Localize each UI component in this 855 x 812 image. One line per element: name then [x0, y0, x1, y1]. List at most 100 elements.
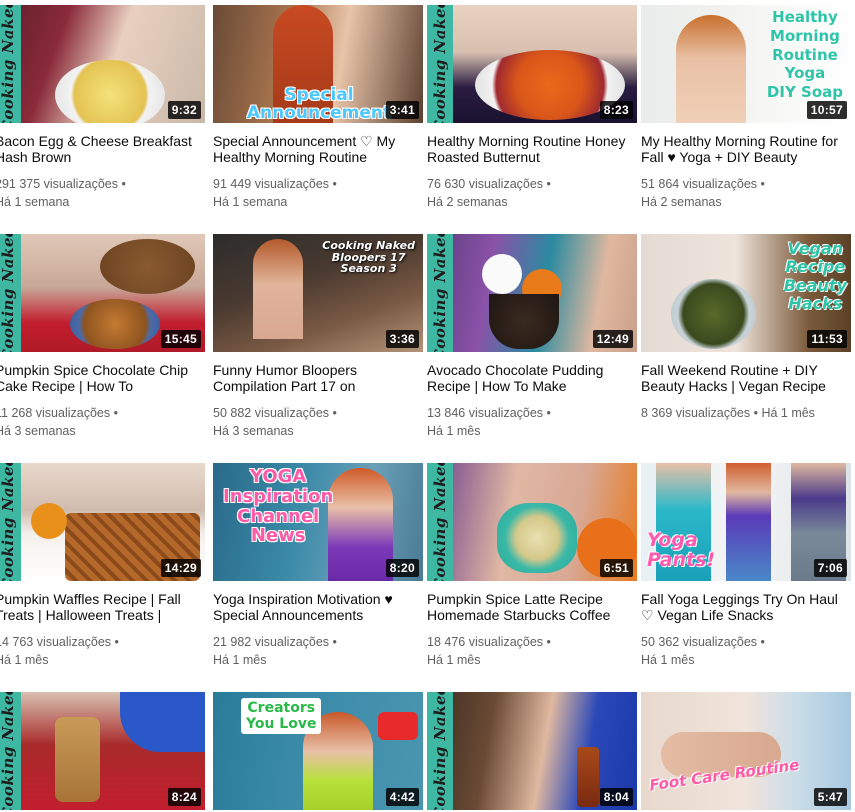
video-thumbnail[interactable]: Creators You Love 4:42 [213, 692, 423, 810]
duration-badge: 7:06 [813, 559, 847, 577]
video-thumbnail[interactable]: Healthy Morning Routine Yoga DIY Soap 10… [641, 5, 851, 123]
thumbnail-overlay-text: Yoga Pants! [647, 529, 716, 571]
video-thumbnail[interactable]: Cooking Naked 9:32 [0, 5, 205, 123]
video-thumbnail[interactable]: Foot Care Routine 5:47 [641, 692, 851, 810]
view-count: 51 864 visualizações • [641, 177, 765, 191]
channel-brand-strip: Cooking Naked [0, 5, 21, 123]
duration-badge: 15:45 [160, 330, 201, 348]
upload-age: Há 1 mês [761, 406, 815, 420]
video-card[interactable]: Cooking Naked 6:51 Pumpkin Spice Latte R… [427, 463, 637, 669]
video-card[interactable]: Cooking Naked 8:23 Healthy Morning Routi… [427, 5, 637, 211]
video-title[interactable]: My Healthy Morning Routine for Fall ♥ Yo… [641, 133, 851, 167]
video-card[interactable]: Cooking Naked 8:24 [0, 692, 205, 810]
video-thumbnail[interactable]: YOGA Inspiration Channel News 8:20 [213, 463, 423, 581]
video-card[interactable]: Cooking Naked 9:32 Bacon Egg & Cheese Br… [0, 5, 205, 211]
upload-age: Há 3 semanas [213, 424, 294, 438]
video-title[interactable]: Yoga Inspiration Motivation ♥ Special An… [213, 591, 423, 625]
video-meta: 50 362 visualizações • Há 1 mês [641, 633, 851, 669]
video-card[interactable]: Healthy Morning Routine Yoga DIY Soap 10… [641, 5, 851, 211]
view-count: 50 362 visualizações • [641, 635, 765, 649]
channel-brand-strip: Cooking Naked [427, 463, 453, 581]
duration-badge: 8:23 [599, 101, 633, 119]
video-title[interactable]: Bacon Egg & Cheese Breakfast Hash Brown [0, 133, 205, 167]
upload-age: Há 1 mês [213, 653, 267, 667]
video-thumbnail[interactable]: Cooking Naked 15:45 [0, 234, 205, 352]
video-card[interactable]: Cooking Naked 12:49 Avocado Chocolate Pu… [427, 234, 637, 440]
channel-brand-strip: Cooking Naked [0, 234, 21, 352]
video-title[interactable]: Fall Weekend Routine + DIY Beauty Hacks … [641, 362, 851, 396]
video-thumbnail[interactable]: Cooking Naked 8:23 [427, 5, 637, 123]
duration-badge: 4:42 [385, 788, 419, 806]
video-meta: 91 449 visualizações • Há 1 semana [213, 175, 423, 211]
video-meta: 13 846 visualizações • Há 1 mês [427, 404, 637, 440]
view-count: 13 846 visualizações • [427, 406, 551, 420]
thumbnail-overlay-text: Creators You Love [241, 698, 322, 735]
view-count: 11 268 visualizações • [0, 406, 118, 420]
video-meta: 21 982 visualizações • Há 1 mês [213, 633, 423, 669]
video-card[interactable]: Special Announcement 3:41 Special Announ… [213, 5, 423, 211]
duration-badge: 6:51 [599, 559, 633, 577]
video-title[interactable]: Avocado Chocolate Pudding Recipe | How T… [427, 362, 637, 396]
video-title[interactable]: Healthy Morning Routine Honey Roasted Bu… [427, 133, 637, 167]
video-title[interactable]: Pumpkin Waffles Recipe | Fall Treats | H… [0, 591, 205, 625]
duration-badge: 12:49 [592, 330, 633, 348]
channel-brand-strip: Cooking Naked [0, 692, 21, 810]
video-meta: 8 369 visualizações • Há 1 mês [641, 404, 851, 422]
video-thumbnail[interactable]: Cooking Naked Bloopers 17 Season 3 3:36 [213, 234, 423, 352]
video-meta: 18 476 visualizações • Há 1 mês [427, 633, 637, 669]
video-thumbnail[interactable]: Cooking Naked 14:29 [0, 463, 205, 581]
thumbnail-overlay-text: Healthy Morning Routine Yoga DIY Soap [766, 8, 843, 101]
video-card[interactable]: YOGA Inspiration Channel News 8:20 Yoga … [213, 463, 423, 669]
video-card[interactable]: Foot Care Routine 5:47 [641, 692, 851, 810]
channel-brand-strip: Cooking Naked [427, 5, 453, 123]
duration-badge: 8:24 [167, 788, 201, 806]
video-meta: 11 268 visualizações • Há 3 semanas [0, 404, 205, 440]
duration-badge: 10:57 [806, 101, 847, 119]
video-thumbnail[interactable]: Cooking Naked 8:04 [427, 692, 637, 810]
video-card[interactable]: Cooking Naked 15:45 Pumpkin Spice Chocol… [0, 234, 205, 440]
duration-badge: 8:20 [385, 559, 419, 577]
video-thumbnail[interactable]: Vegan Recipe Beauty Hacks 11:53 [641, 234, 851, 352]
thumbnail-overlay-text: Cooking Naked Bloopers 17 Season 3 [322, 239, 415, 276]
duration-badge: 3:36 [385, 330, 419, 348]
upload-age: Há 2 semanas [641, 195, 722, 209]
view-count: 21 982 visualizações • [213, 635, 337, 649]
upload-age: Há 1 semana [213, 195, 288, 209]
video-title[interactable]: Pumpkin Spice Chocolate Chip Cake Recipe… [0, 362, 205, 396]
upload-age: Há 1 semana [0, 195, 70, 209]
video-card[interactable]: Creators You Love 4:42 [213, 692, 423, 810]
video-meta: 50 882 visualizações • Há 3 semanas [213, 404, 423, 440]
video-thumbnail[interactable]: Cooking Naked 6:51 [427, 463, 637, 581]
video-thumbnail[interactable]: Yoga Pants! 7:06 [641, 463, 851, 581]
view-count: 291 375 visualizações • [0, 177, 126, 191]
duration-badge: 3:41 [385, 101, 419, 119]
video-title[interactable]: Pumpkin Spice Latte Recipe Homemade Star… [427, 591, 637, 625]
video-card[interactable]: Cooking Naked Bloopers 17 Season 3 3:36 … [213, 234, 423, 440]
upload-age: Há 3 semanas [0, 424, 76, 438]
video-thumbnail[interactable]: Special Announcement 3:41 [213, 5, 423, 123]
video-thumbnail[interactable]: Cooking Naked 8:24 [0, 692, 205, 810]
upload-age: Há 2 semanas [427, 195, 508, 209]
duration-badge: 9:32 [167, 101, 201, 119]
upload-age: Há 1 mês [0, 653, 49, 667]
video-grid: Cooking Naked 9:32 Bacon Egg & Cheese Br… [0, 0, 855, 812]
video-title[interactable]: Funny Humor Bloopers Compilation Part 17… [213, 362, 423, 396]
view-count: 76 630 visualizações • [427, 177, 551, 191]
video-meta: 76 630 visualizações • Há 2 semanas [427, 175, 637, 211]
video-meta: 291 375 visualizações • Há 1 semana [0, 175, 205, 211]
video-card[interactable]: Cooking Naked 8:04 [427, 692, 637, 810]
view-count: 14 763 visualizações • [0, 635, 119, 649]
video-title[interactable]: Special Announcement ♡ My Healthy Mornin… [213, 133, 423, 167]
channel-brand-strip: Cooking Naked [427, 692, 453, 810]
video-card[interactable]: Vegan Recipe Beauty Hacks 11:53 Fall Wee… [641, 234, 851, 422]
upload-age: Há 1 mês [427, 424, 481, 438]
view-count: 18 476 visualizações • [427, 635, 551, 649]
video-thumbnail[interactable]: Cooking Naked 12:49 [427, 234, 637, 352]
video-title[interactable]: Fall Yoga Leggings Try On Haul ♡ Vegan L… [641, 591, 851, 625]
thumbnail-overlay-text: Vegan Recipe Beauty Hacks [783, 239, 847, 314]
upload-age: Há 1 mês [641, 653, 695, 667]
video-card[interactable]: Yoga Pants! 7:06 Fall Yoga Leggings Try … [641, 463, 851, 669]
thumbnail-overlay-text: YOGA Inspiration Channel News [223, 466, 334, 547]
view-count: 50 882 visualizações • [213, 406, 337, 420]
video-card[interactable]: Cooking Naked 14:29 Pumpkin Waffles Reci… [0, 463, 205, 669]
